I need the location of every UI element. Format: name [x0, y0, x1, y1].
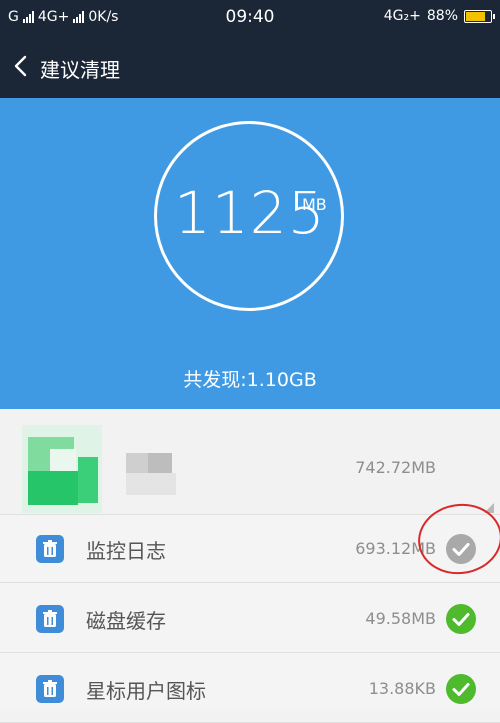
blurred-app-image [22, 425, 198, 513]
item-label: 星标用户图标 [86, 679, 206, 703]
item-size: 742.72MB [355, 458, 436, 477]
trash-icon [36, 535, 64, 563]
list-item-blurred[interactable]: 742.72MB [0, 409, 500, 515]
expand-corner-icon [484, 503, 494, 513]
item-size: 693.12MB [355, 539, 436, 558]
total-size-value: 1125 [174, 179, 326, 247]
battery-icon [464, 9, 495, 23]
summary-panel: 1125 MB 共发现:1.10GB [0, 98, 500, 409]
item-size: 49.58MB [365, 609, 436, 628]
checkmark-icon[interactable] [446, 674, 476, 704]
checkmark-icon[interactable] [446, 534, 476, 564]
back-arrow-icon[interactable] [10, 54, 34, 78]
total-size-unit: MB [302, 195, 327, 214]
cleanup-list: 742.72MB 监控日志 693.12MB 磁盘缓存 49.58MB 星标用户… [0, 409, 500, 723]
status-right: 4G₂+ 88% [383, 8, 495, 24]
list-item-disk-cache[interactable]: 磁盘缓存 49.58MB [0, 585, 500, 653]
network-type-right: 4G₂+ [383, 8, 421, 24]
page-title: 建议清理 [40, 58, 120, 82]
found-total-text: 共发现:1.10GB [183, 369, 317, 391]
title-bar: 建议清理 [0, 34, 500, 98]
item-label: 磁盘缓存 [86, 609, 166, 633]
status-bar: G 4G+ 0K/s 09:40 4G₂+ 88% [0, 0, 500, 34]
item-size: 13.88KB [368, 679, 436, 698]
trash-icon [36, 675, 64, 703]
list-item-monitor-log[interactable]: 监控日志 693.12MB [0, 515, 500, 583]
item-label: 监控日志 [86, 539, 166, 563]
trash-icon [36, 605, 64, 633]
checkmark-icon[interactable] [446, 604, 476, 634]
battery-percent: 88% [426, 8, 458, 24]
battery-fill [466, 11, 485, 21]
list-item-star-user-icon[interactable]: 星标用户图标 13.88KB [0, 655, 500, 723]
